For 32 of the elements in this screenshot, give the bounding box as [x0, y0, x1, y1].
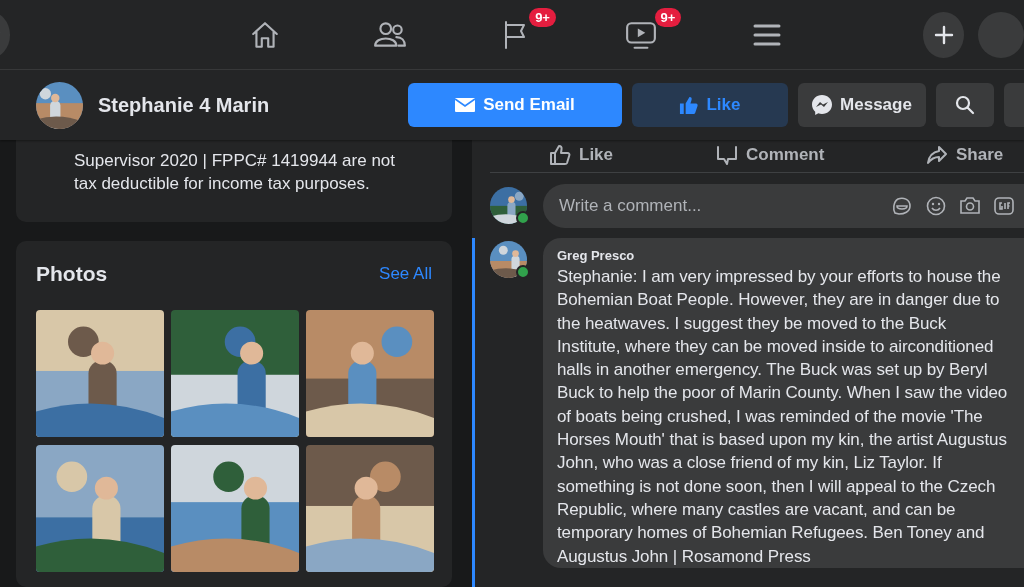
smiley-icon[interactable]: [926, 195, 946, 216]
like-action-button[interactable]: Like: [549, 144, 716, 166]
home-icon[interactable]: [250, 19, 281, 50]
people-icon[interactable]: [373, 19, 408, 50]
create-button[interactable]: [923, 11, 964, 58]
comment-action-button[interactable]: Comment: [716, 144, 926, 166]
gif-icon[interactable]: [994, 195, 1014, 216]
page-name[interactable]: Stephanie 4 Marin: [98, 93, 408, 117]
comment-author[interactable]: Greg Presco: [557, 247, 1018, 265]
comment-text: Stephanie: I am very impressed by your efforts to house the Bohemian Boat People. However, they are in danger due to the heatwaves. I suggest they be moved to the Buck Institute, where they can be moved inside to airconditioned halls in another emergency. The Buck was set up by Beryl Buck to help the poor of Marin County. When I saw the video of boats being crushed, I was reminded of the movie 'The Horses Mouth' that is based upon my kin, the artist Augustus John, who was a close friend of my kin, Liz Taylor. If something is not done soon, then I will appeal to the Czech Republic, where many castles are vacant, and can be temporary homes of Bohemian Refugees. Ben Toney and Augustus John | Rosamond Press: [557, 266, 1009, 568]
search-icon: [955, 95, 975, 115]
thumbs-up-icon: [679, 95, 699, 115]
search-button[interactable]: [936, 83, 994, 127]
sticker-icon[interactable]: [892, 195, 912, 216]
camera-icon[interactable]: [960, 195, 980, 216]
disclaimer-text: Supervisor 2020 | FPPC# 1419944 are not tax deductible for income tax purposes.: [74, 150, 396, 195]
plus-icon: [933, 24, 954, 45]
comment-field[interactable]: Write a comment...: [543, 183, 1024, 228]
share-action-button[interactable]: Share: [926, 144, 1004, 166]
envelope-icon: [455, 97, 476, 113]
section-title: Photos: [36, 262, 108, 287]
notification-badge: 9+: [529, 8, 556, 27]
thumbs-up-icon: [549, 144, 571, 166]
see-all-link[interactable]: See All: [379, 264, 432, 285]
speech-bubble-icon: [716, 144, 738, 166]
comment-input[interactable]: Write a comment...: [557, 194, 892, 217]
message-button[interactable]: Message: [798, 83, 926, 127]
video-icon[interactable]: [625, 19, 658, 50]
messenger-icon: [812, 95, 833, 115]
menu-icon[interactable]: [752, 22, 781, 47]
share-arrow-icon: [926, 144, 948, 166]
notification-badge: 9+: [654, 8, 682, 27]
